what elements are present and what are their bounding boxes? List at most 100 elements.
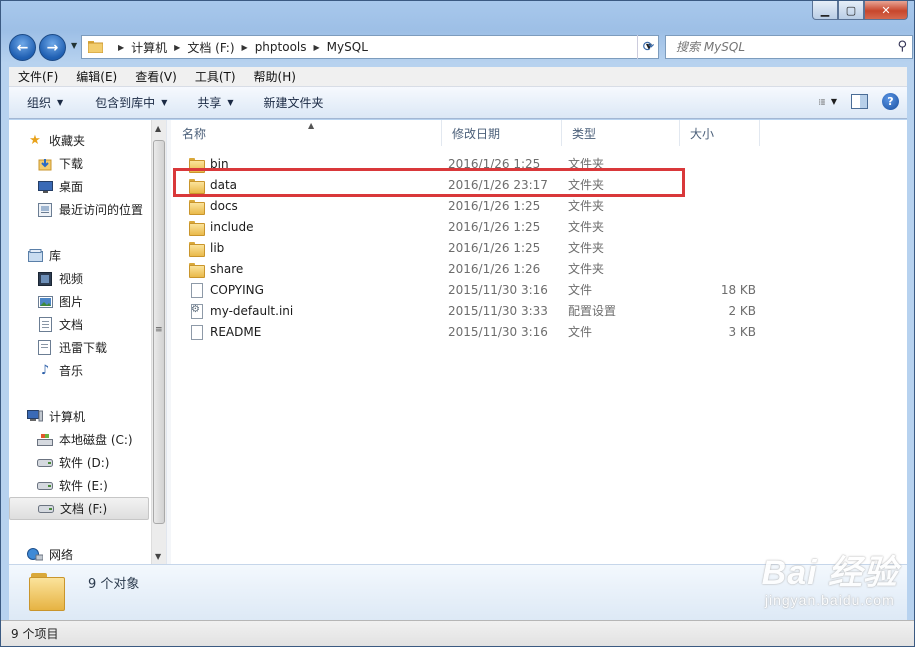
sidebar-item-label: 桌面 [59,180,84,194]
sidebar-item-music[interactable]: ♪ 音乐 [9,359,149,382]
drive-icon [38,501,54,517]
file-name: share [210,261,244,276]
sidebar-item-pictures[interactable]: 图片 [9,290,149,313]
sidebar-item-drive-f[interactable]: 文档 (F:) [9,497,149,520]
search-input[interactable] [676,40,876,54]
menu-view[interactable]: 查看(V) [126,68,186,85]
search-icon[interactable]: ⚲ [897,39,907,54]
large-folder-icon [27,571,69,615]
sidebar-item-network[interactable]: 网络 [9,543,149,566]
back-button[interactable]: ← [9,34,36,61]
sidebar-item-thunder-downloads[interactable]: 迅雷下载 [9,336,149,359]
menu-edit[interactable]: 编辑(E) [67,68,126,85]
table-row[interactable]: bin 2016/1/26 1:25 文件夹 [172,153,907,174]
breadcrumb-chevron-icon[interactable]: ▶ [118,43,124,52]
breadcrumb-chevron-icon[interactable]: ▶ [242,43,248,52]
sidebar-item-drive-e[interactable]: 软件 (E:) [9,474,149,497]
new-folder-button[interactable]: 新建文件夹 [246,94,336,111]
config-file-icon [188,303,204,319]
breadcrumb-chevron-icon[interactable]: ▶ [174,43,180,52]
scroll-up-icon[interactable]: ▲ [155,124,161,133]
sidebar-item-drive-d[interactable]: 软件 (D:) [9,451,149,474]
sidebar-item-recent-places[interactable]: 最近访问的位置 [9,198,149,221]
breadcrumb-item[interactable]: phptools [255,40,307,54]
sidebar-item-drive-c[interactable]: 本地磁盘 (C:) [9,428,149,451]
sidebar-item-libraries[interactable]: 库 [9,244,149,267]
forward-button[interactable]: → [39,34,66,61]
column-header-type[interactable]: 类型 [562,120,680,146]
organize-label: 组织 [27,96,52,110]
sidebar-item-favorites[interactable]: ★ 收藏夹 [9,129,149,152]
sidebar-item-label: 图片 [59,295,84,309]
system-drive-icon [37,432,53,448]
sidebar-item-label: 软件 (E:) [59,479,108,493]
file-type: 文件夹 [568,220,605,234]
file-rows: bin 2016/1/26 1:25 文件夹 data 2016/1/26 23… [172,153,907,342]
menu-file[interactable]: 文件(F) [9,68,67,85]
share-button[interactable]: 共享 ▼ [179,94,245,111]
table-row[interactable]: COPYING 2015/11/30 3:16 文件 18 KB [172,279,907,300]
view-controls: ▼ ? [819,93,899,110]
file-date: 2016/1/26 1:25 [448,219,541,234]
folder-icon [188,261,205,278]
search-box[interactable]: ⚲ [665,35,913,59]
file-name: README [210,324,262,339]
column-headers: 名称 修改日期 类型 大小 [172,120,907,146]
file-date: 2016/1/26 1:25 [448,198,541,213]
recent-places-icon [37,202,53,218]
refresh-button[interactable]: ⟳ [637,35,659,59]
breadcrumb-chevron-icon[interactable]: ▶ [314,43,320,52]
chevron-down-icon[interactable]: ▼ [831,97,837,106]
table-row[interactable]: README 2015/11/30 3:16 文件 3 KB [172,321,907,342]
caption-buttons: ▁ ▢ ✕ [812,1,908,20]
file-type: 文件夹 [568,199,605,213]
menu-tools[interactable]: 工具(T) [186,68,245,85]
sidebar-item-videos[interactable]: 视频 [9,267,149,290]
sidebar-item-label: 本地磁盘 (C:) [59,433,133,447]
table-row[interactable]: lib 2016/1/26 1:25 文件夹 [172,237,907,258]
sidebar-item-documents[interactable]: 文档 [9,313,149,336]
table-row[interactable]: docs 2016/1/26 1:25 文件夹 [172,195,907,216]
network-group: 网络 [9,543,149,566]
forward-arrow-icon: → [46,39,59,56]
menu-help[interactable]: 帮助(H) [245,68,305,85]
address-bar[interactable]: ▶ 计算机 ▶ 文档 (F:) ▶ phptools ▶ MySQL ▼ [81,35,659,59]
minimize-button[interactable]: ▁ [812,1,838,20]
column-header-size[interactable]: 大小 [680,120,760,146]
sidebar-item-computer[interactable]: 计算机 [9,405,149,428]
change-view-button[interactable]: ▼ [819,94,837,110]
sidebar-item-desktop[interactable]: 桌面 [9,175,149,198]
column-header-date[interactable]: 修改日期 [442,120,562,146]
chevron-down-icon: ▼ [57,98,64,107]
file-type: 文件 [568,325,593,339]
table-row[interactable]: my-default.ini 2015/11/30 3:33 配置设置 2 KB [172,300,907,321]
maximize-button[interactable]: ▢ [838,1,864,20]
computer-group: 计算机 本地磁盘 (C:) 软件 (D:) 软件 (E:) 文档 (F:) [9,405,149,520]
recent-pages-dropdown[interactable]: ▼ [71,41,77,50]
organize-button[interactable]: 组织 ▼ [9,94,75,111]
table-row[interactable]: data 2016/1/26 23:17 文件夹 [172,174,907,195]
sidebar-scrollbar[interactable]: ▲ ≡ ▼ [151,120,166,564]
column-header-name[interactable]: 名称 [172,120,442,146]
table-row[interactable]: share 2016/1/26 1:26 文件夹 [172,258,907,279]
breadcrumb-item[interactable]: MySQL [327,40,368,54]
scroll-down-icon[interactable]: ▼ [155,552,161,561]
watermark-url: jingyan.baidu.com [764,592,895,608]
breadcrumb-item[interactable]: 计算机 [131,39,167,56]
explorer-window: ▁ ▢ ✕ ← → ▼ ▶ 计算机 ▶ 文档 (F:) ▶ phptools ▶… [0,0,915,647]
breadcrumb-item[interactable]: 文档 (F:) [187,39,234,56]
help-icon[interactable]: ? [882,93,899,110]
pane-splitter[interactable] [166,120,171,564]
preview-pane-icon[interactable] [851,94,868,109]
folder-icon [188,219,205,236]
details-summary: 9 个对象 [88,577,140,592]
file-name: data [210,177,238,192]
include-in-library-button[interactable]: 包含到库中 ▼ [75,94,179,111]
folder-icon [188,156,205,173]
table-row[interactable]: include 2016/1/26 1:25 文件夹 [172,216,907,237]
include-in-library-label: 包含到库中 [95,96,156,110]
sidebar-item-downloads[interactable]: 下载 [9,152,149,175]
sidebar-item-label: 文档 [59,318,84,332]
close-button[interactable]: ✕ [864,1,908,20]
file-name: include [210,219,254,234]
